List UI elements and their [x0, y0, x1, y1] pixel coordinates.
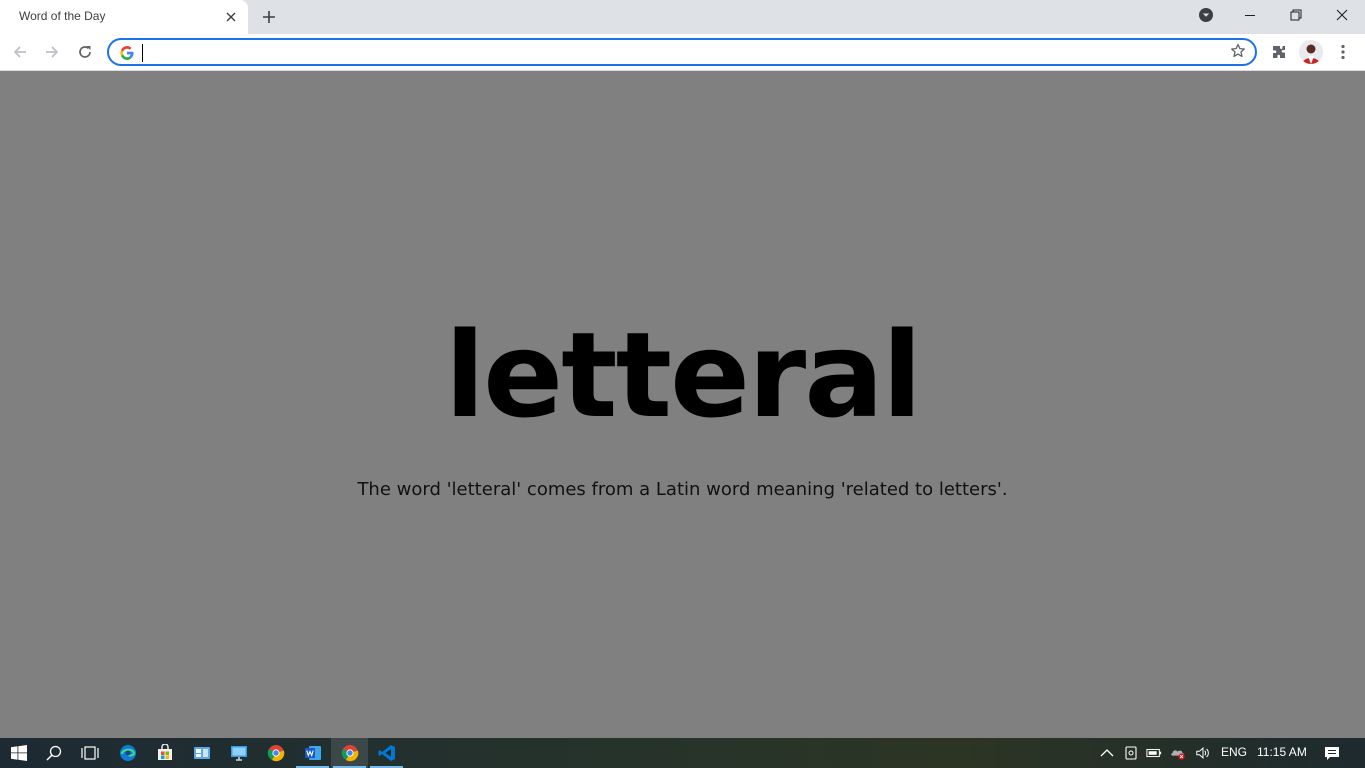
notifications-icon[interactable]: [1324, 745, 1340, 761]
outlook-icon[interactable]: [183, 738, 220, 768]
tab-close-icon[interactable]: [222, 8, 240, 26]
battery-icon[interactable]: [1146, 745, 1162, 761]
tab-strip: Word of the Day: [0, 0, 1365, 34]
tab-search-icon[interactable]: [1183, 0, 1229, 30]
show-hidden-icons-icon[interactable]: [1099, 745, 1115, 761]
bookmark-star-icon[interactable]: [1230, 43, 1248, 61]
tab-title: Word of the Day: [19, 9, 106, 23]
google-icon: [119, 45, 135, 61]
chrome-active-icon[interactable]: [331, 738, 368, 768]
text-caret: [142, 44, 143, 62]
word-icon[interactable]: [294, 738, 331, 768]
address-input[interactable]: [141, 42, 1201, 64]
extensions-icon[interactable]: [1266, 39, 1292, 65]
remote-desktop-icon[interactable]: [220, 738, 257, 768]
store-icon[interactable]: [146, 738, 183, 768]
menu-dots-icon[interactable]: [1330, 39, 1356, 65]
meet-now-icon[interactable]: [1123, 745, 1139, 761]
restore-icon[interactable]: [1273, 0, 1319, 30]
word-of-the-day: letteral: [444, 306, 923, 444]
reload-icon[interactable]: [72, 39, 98, 65]
language-indicator[interactable]: ENG: [1221, 745, 1247, 759]
clock[interactable]: 11:15 AM: [1257, 745, 1307, 759]
task-view-icon[interactable]: [71, 738, 108, 768]
vscode-icon[interactable]: [368, 738, 405, 768]
profile-avatar-icon[interactable]: [1299, 40, 1323, 64]
close-window-icon[interactable]: [1319, 0, 1365, 30]
minimize-icon[interactable]: [1227, 0, 1273, 30]
chrome-icon[interactable]: [257, 738, 294, 768]
forward-icon[interactable]: [39, 39, 65, 65]
new-tab-icon[interactable]: [258, 6, 280, 28]
start-icon[interactable]: [0, 738, 37, 768]
onedrive-error-icon[interactable]: [1170, 745, 1186, 761]
search-icon[interactable]: [35, 738, 72, 768]
taskbar: ENG 11:15 AM: [0, 738, 1365, 768]
volume-icon[interactable]: [1195, 745, 1211, 761]
word-description: The word 'letteral' comes from a Latin w…: [357, 479, 1008, 500]
edge-icon[interactable]: [109, 738, 146, 768]
back-icon[interactable]: [7, 39, 33, 65]
browser-toolbar: [0, 34, 1365, 71]
page-content: letteral The word 'letteral' comes from …: [0, 71, 1365, 738]
address-bar[interactable]: [107, 38, 1257, 66]
browser-tab[interactable]: Word of the Day: [0, 0, 248, 34]
